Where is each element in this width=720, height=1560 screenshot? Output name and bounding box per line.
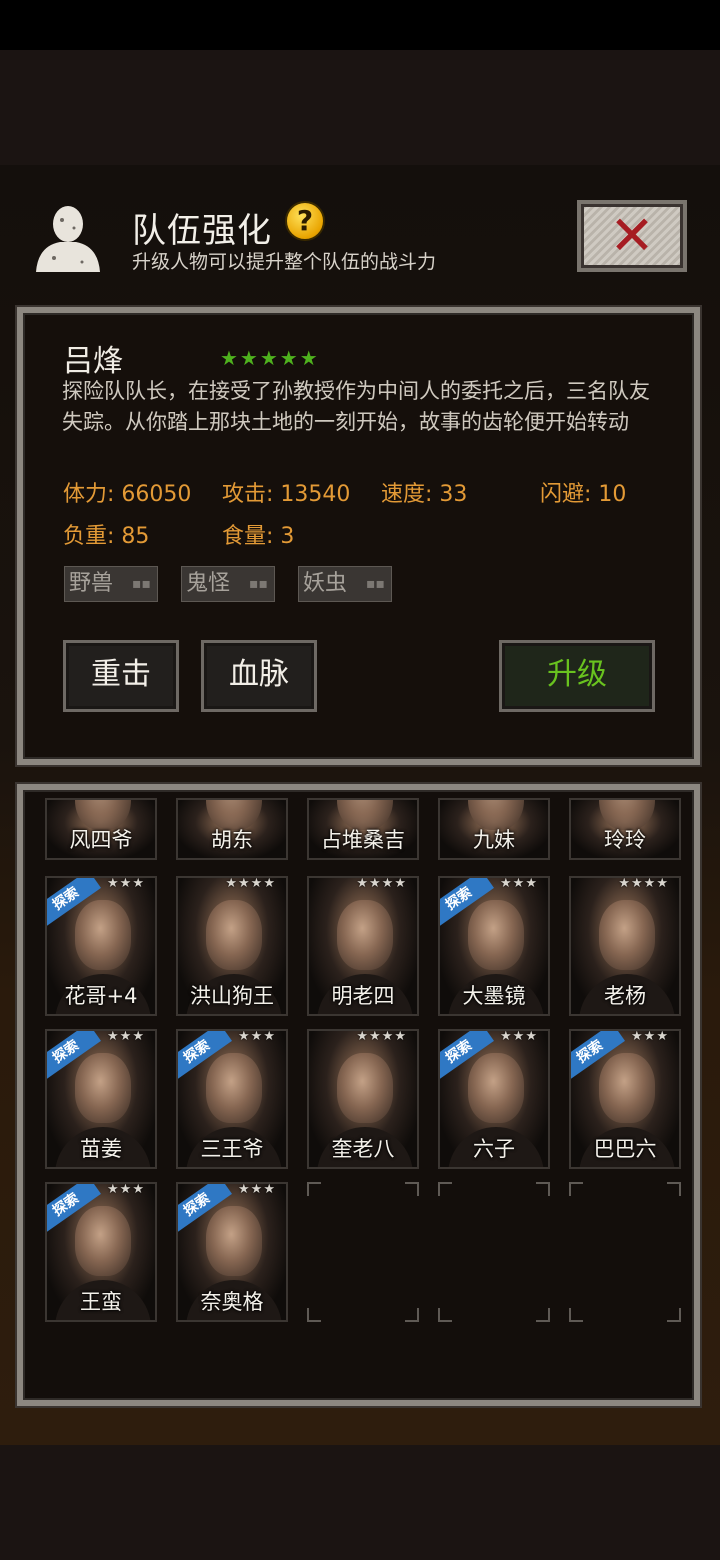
card-stars: ★★★ [500,1029,538,1044]
portrait [75,1206,131,1276]
hero-card-name: 玲玲 [604,828,646,852]
hero-card-name: 占堆桑吉 [321,828,405,852]
hero-card-name: 奎老八 [331,1137,395,1161]
trait-dots: ▪▪ [249,576,268,592]
roster-grid: 风四爷 胡东 占堆桑吉 九妹 玲玲 探索 ★★★ 花哥+4 ★★★★ 洪山狗王 … [17,784,700,1406]
hero-star-rating: ★★★★★ [220,346,320,370]
stat-load: 负重: 85 [63,524,150,549]
hero-card-name: 奈奥格 [200,1290,264,1314]
hero-card[interactable]: 九妹 [438,798,550,860]
portrait [75,1053,131,1123]
close-x-icon: ✕ [609,204,655,267]
hero-card-name: 胡东 [211,828,253,852]
hero-card[interactable]: ★★★★ 老杨 [569,876,681,1016]
hero-card[interactable]: ★★★★ 洪山狗王 [176,876,288,1016]
close-button[interactable]: ✕ [577,200,687,272]
empty-slot [307,1182,419,1322]
hero-card-name: 洪山狗王 [190,984,274,1008]
hero-card-name: 王蛮 [80,1290,122,1314]
hero-card[interactable]: 探索 ★★★ 王蛮 [45,1182,157,1322]
card-stars: ★★★★ [356,1029,407,1044]
portrait [206,1206,262,1276]
empty-slot [569,1182,681,1322]
hero-card[interactable]: 探索 ★★★ 巴巴六 [569,1029,681,1169]
top-letterbox [0,50,720,165]
silhouette-avatar-icon [36,206,100,272]
bloodline-button[interactable]: 血脉 [201,640,317,712]
page-title: 队伍强化 [132,211,272,251]
heavy-strike-button[interactable]: 重击 [63,640,179,712]
hero-card-name: 明老四 [331,984,395,1008]
hero-description: 探险队队长，在接受了孙教授作为中间人的委托之后，三名队友失踪。从你踏上那块土地的… [62,379,650,434]
hero-card[interactable]: 玲玲 [569,798,681,860]
page-subtitle: 升级人物可以提升整个队伍的战斗力 [132,251,437,273]
portrait [75,900,131,970]
hero-card-name: 九妹 [473,828,515,852]
hero-card[interactable]: ★★★★ 明老四 [307,876,419,1016]
stat-speed: 速度: 33 [381,482,468,507]
portrait [468,900,524,970]
hero-card[interactable]: 探索 ★★★ 六子 [438,1029,550,1169]
portrait [599,900,655,970]
trait-tag-label: 野兽 [69,571,114,596]
hero-name: 吕烽 [63,344,123,379]
hero-card[interactable]: ★★★★ 奎老八 [307,1029,419,1169]
stat-dodge: 闪避: 10 [540,482,627,507]
hero-card-name: 风四爷 [69,828,133,852]
portrait [468,1053,524,1123]
card-stars: ★★★ [107,876,145,891]
portrait [206,1053,262,1123]
card-stars: ★★★ [238,1029,276,1044]
hero-card[interactable]: 占堆桑吉 [307,798,419,860]
bottom-letterbox [0,1445,720,1560]
card-stars: ★★★★ [356,876,407,891]
hero-card[interactable]: 探索 ★★★ 苗姜 [45,1029,157,1169]
card-stars: ★★★ [238,1182,276,1197]
empty-slot [438,1182,550,1322]
hero-card[interactable]: 探索 ★★★ 奈奥格 [176,1182,288,1322]
hero-card-name: 苗姜 [80,1137,122,1161]
hero-card-name: 巴巴六 [593,1137,657,1161]
trait-tag-label: 鬼怪 [186,571,231,596]
card-stars: ★★★ [107,1029,145,1044]
trait-dots: ▪▪ [366,576,385,592]
hero-card-name: 大墨镜 [462,984,526,1008]
upgrade-button[interactable]: 升级 [499,640,655,712]
hero-card[interactable]: 胡东 [176,798,288,860]
hero-card[interactable]: 探索 ★★★ 花哥+4 [45,876,157,1016]
card-stars: ★★★ [500,876,538,891]
portrait [337,1053,393,1123]
portrait [337,900,393,970]
help-icon[interactable]: ? [285,201,325,241]
stat-attack: 攻击: 13540 [222,482,351,507]
hero-card[interactable]: 风四爷 [45,798,157,860]
card-stars: ★★★ [631,1029,669,1044]
portrait [599,1053,655,1123]
stat-hp: 体力: 66050 [63,482,192,507]
hero-card[interactable]: 探索 ★★★ 大墨镜 [438,876,550,1016]
portrait [206,900,262,970]
trait-tag-ghost: 鬼怪 ▪▪ [181,566,275,602]
hero-card[interactable]: 探索 ★★★ 三王爷 [176,1029,288,1169]
trait-tag-beast: 野兽 ▪▪ [64,566,158,602]
card-stars: ★★★★ [618,876,669,891]
trait-dots: ▪▪ [132,576,151,592]
card-stars: ★★★★ [225,876,276,891]
hero-card-name: 三王爷 [200,1137,264,1161]
trait-tag-insect: 妖虫 ▪▪ [298,566,392,602]
stat-food: 食量: 3 [222,524,295,549]
status-bar [0,0,720,50]
hero-card-name: 六子 [473,1137,515,1161]
trait-tag-label: 妖虫 [303,571,348,596]
card-stars: ★★★ [107,1182,145,1197]
hero-card-name: 老杨 [604,984,646,1008]
hero-card-name: 花哥+4 [64,984,138,1008]
